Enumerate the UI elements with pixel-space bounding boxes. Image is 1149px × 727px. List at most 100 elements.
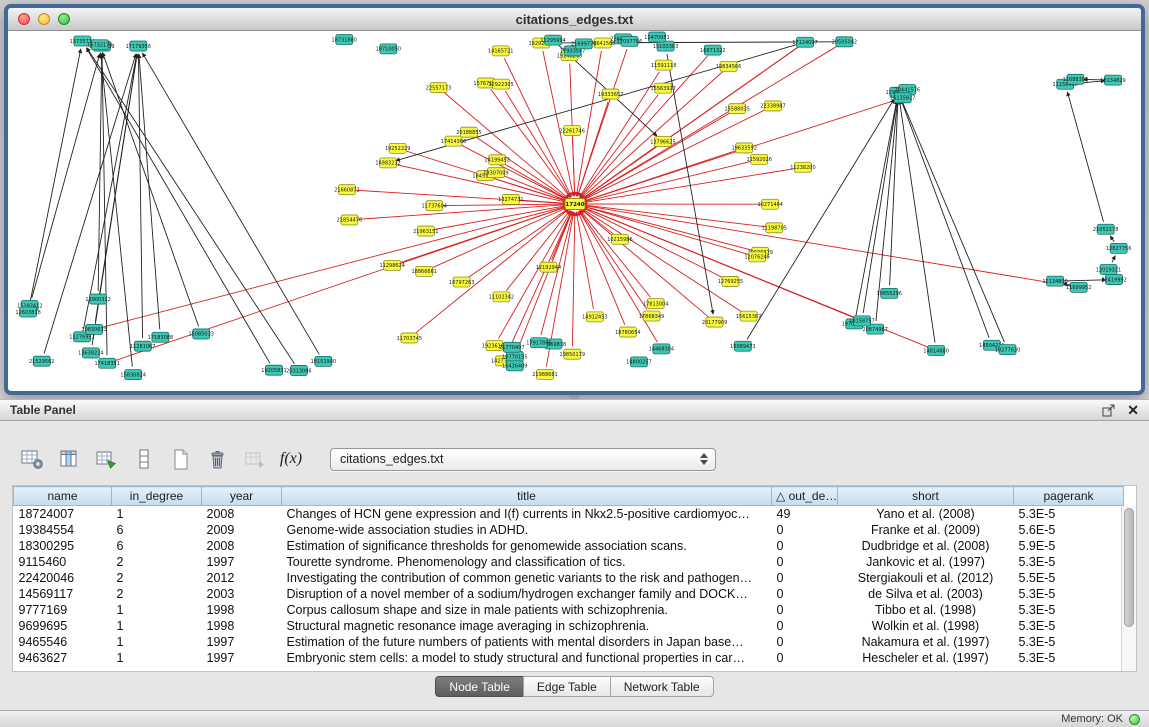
rows-icon[interactable] (129, 447, 157, 471)
table-cell[interactable]: Genome-wide association studies in ADHD. (282, 522, 772, 538)
table-cell[interactable]: 5.3E-5 (1014, 554, 1124, 570)
table-cell[interactable]: 1 (112, 650, 202, 666)
graph-node[interactable]: 17179356 (126, 41, 151, 51)
graph-node[interactable]: 22419992 (1101, 275, 1126, 285)
graph-node[interactable]: 12470951 (644, 32, 669, 42)
table-cell[interactable]: de Silva et al. (2003) (838, 586, 1014, 602)
graph-node[interactable]: 11688305 (1063, 74, 1088, 84)
graph-node[interactable]: 19834566 (716, 61, 741, 71)
table-cell[interactable]: 1997 (202, 650, 282, 666)
table-cell[interactable]: 49 (772, 506, 838, 522)
table-scrollbar-thumb[interactable] (1124, 508, 1134, 627)
table-cell[interactable]: 9463627 (14, 650, 112, 666)
graph-node[interactable]: 11281067 (130, 341, 155, 351)
graph-node[interactable]: 19252229 (385, 143, 410, 153)
table-cell[interactable]: Estimation of significance thresholds fo… (282, 538, 772, 554)
graph-node[interactable]: 18710050 (376, 44, 401, 54)
graph-node[interactable]: 17868349 (639, 311, 664, 321)
table-cell[interactable]: 1998 (202, 602, 282, 618)
table-cell[interactable]: 5.3E-5 (1014, 602, 1124, 618)
graph-node[interactable]: 12827756 (1106, 243, 1131, 253)
column-header-short[interactable]: short (838, 487, 1014, 506)
table-cell[interactable]: 0 (772, 586, 838, 602)
function-builder-icon[interactable]: f(x) (277, 447, 305, 471)
graph-node[interactable]: 18134829 (1100, 75, 1125, 85)
table-cell[interactable]: 1997 (202, 554, 282, 570)
table-scrollbar[interactable] (1121, 506, 1136, 671)
table-cell[interactable]: 5.5E-5 (1014, 570, 1124, 586)
table-cell[interactable]: 1 (112, 506, 202, 522)
column-header-in-degree[interactable]: in_degree (112, 487, 202, 506)
table-cell[interactable]: Yano et al. (2008) (838, 506, 1014, 522)
create-column-icon[interactable] (166, 447, 194, 471)
table-cell[interactable]: 2008 (202, 538, 282, 554)
table-cell[interactable]: 22420046 (14, 570, 112, 586)
edit-table-icon[interactable] (92, 447, 120, 471)
graph-node[interactable]: 15615387 (736, 311, 761, 321)
table-cell[interactable]: Jankovic et al. (1997) (838, 554, 1014, 570)
graph-node[interactable]: 13274731 (498, 194, 523, 204)
table-cell[interactable]: Nakamura et al. (1997) (838, 634, 1014, 650)
float-panel-icon[interactable] (1102, 404, 1115, 417)
table-cell[interactable]: 0 (772, 554, 838, 570)
table-cell[interactable]: 5.3E-5 (1014, 634, 1124, 650)
table-cell[interactable]: Changes of HCN gene expression and I(f) … (282, 506, 772, 522)
table-cell[interactable]: 2012 (202, 570, 282, 586)
zoom-button[interactable] (58, 13, 70, 25)
table-row[interactable]: 911546021997Tourette syndrome. Phenomeno… (14, 554, 1124, 570)
table-cell[interactable]: 0 (772, 650, 838, 666)
graph-node[interactable]: 21988681 (532, 369, 557, 379)
table-cell[interactable]: Dudbridge et al. (2008) (838, 538, 1014, 554)
table-cell[interactable]: 9699695 (14, 618, 112, 634)
graph-node[interactable]: 10271464 (758, 199, 783, 209)
table-cell[interactable]: 2009 (202, 522, 282, 538)
table-cell[interactable]: 1 (112, 634, 202, 650)
table-cell[interactable]: Disruption of a novel member of a sodium… (282, 586, 772, 602)
table-cell[interactable]: 1997 (202, 634, 282, 650)
table-cell[interactable]: 18724007 (14, 506, 112, 522)
graph-node[interactable]: 21660872 (334, 185, 359, 195)
table-cell[interactable]: 19384554 (14, 522, 112, 538)
table-cell[interactable]: Stergiakouli et al. (2012) (838, 570, 1014, 586)
column-header-out-de[interactable]: △ out_de… (772, 487, 838, 506)
table-cell[interactable]: 5.3E-5 (1014, 650, 1124, 666)
column-header-pagerank[interactable]: pagerank (1014, 487, 1124, 506)
table-cell[interactable]: 0 (772, 522, 838, 538)
graph-node[interactable]: 22338987 (760, 101, 785, 111)
graph-node[interactable]: 13796625 (650, 137, 675, 147)
graph-hub-node[interactable]: 17240 (565, 199, 585, 210)
graph-node[interactable]: 12134800 (1042, 276, 1067, 286)
minimize-button[interactable] (38, 13, 50, 25)
graph-node[interactable]: 10215986 (607, 234, 632, 244)
graph-node[interactable]: 11703745 (397, 333, 422, 343)
graph-node[interactable]: 11198705 (761, 223, 786, 233)
table-cell[interactable]: 1998 (202, 618, 282, 634)
graph-node[interactable]: 17813004 (643, 299, 668, 309)
graph-node[interactable]: 10089473 (730, 341, 755, 351)
graph-node[interactable]: 13638224 (78, 348, 103, 358)
table-row[interactable]: 946554611997Estimation of the future num… (14, 634, 1124, 650)
table-cell[interactable]: 0 (772, 618, 838, 634)
table-cell[interactable]: 6 (112, 538, 202, 554)
graph-node[interactable]: 21854476 (337, 215, 362, 225)
table-cell[interactable]: 2 (112, 554, 202, 570)
graph-node[interactable]: 14165721 (488, 46, 513, 56)
table-cell[interactable]: Tourette syndrome. Phenomenology and cla… (282, 554, 772, 570)
graph-node[interactable]: 15588035 (724, 104, 749, 114)
graph-node[interactable]: 18731880 (332, 35, 357, 45)
graph-node[interactable]: 16871322 (700, 45, 725, 55)
tab-network-table[interactable]: Network Table (610, 676, 714, 697)
graph-node[interactable]: 11737604 (422, 201, 447, 211)
table-cell[interactable]: 2008 (202, 506, 282, 522)
graph-node[interactable]: 14199452 (484, 155, 509, 165)
graph-node[interactable]: 17414366 (441, 136, 466, 146)
graph-node[interactable]: 16797263 (449, 277, 474, 287)
table-cell[interactable]: 9465546 (14, 634, 112, 650)
graph-node[interactable]: 10855296 (877, 288, 902, 298)
graph-node[interactable]: 18151900 (311, 356, 336, 366)
table-row[interactable]: 1872400712008Changes of HCN gene express… (14, 506, 1124, 522)
column-header-title[interactable]: title (282, 487, 772, 506)
graph-node[interactable]: 19205831 (261, 365, 286, 375)
tab-edge-table[interactable]: Edge Table (523, 676, 611, 697)
table-options-icon[interactable] (18, 447, 46, 471)
